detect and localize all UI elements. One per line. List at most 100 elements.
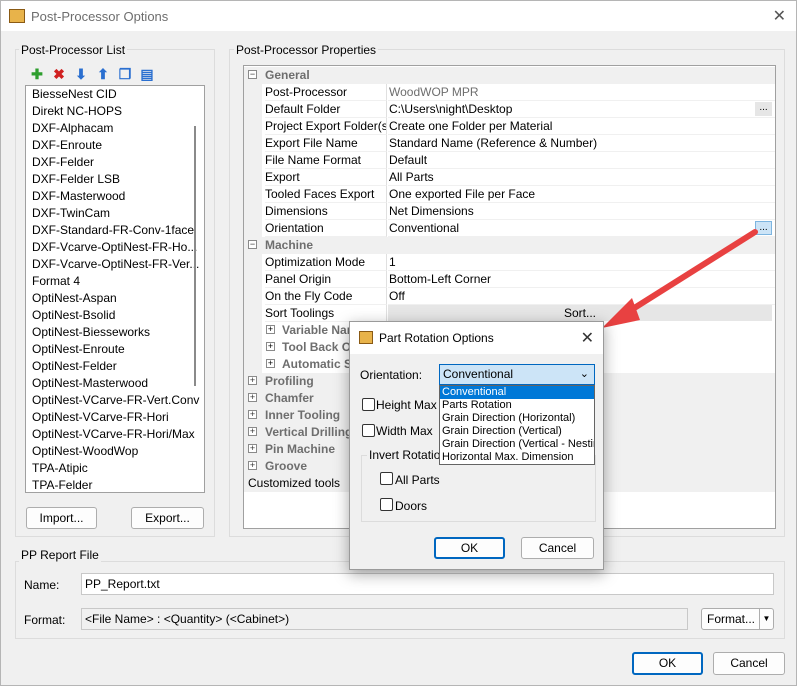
property-row[interactable]: File Name Format Default [244,152,775,169]
dialog-cancel-button[interactable]: Cancel [521,537,594,559]
list-item[interactable]: OptiNest-WoodWop [26,443,204,460]
property-value[interactable]: Standard Name (Reference & Number) [388,135,775,152]
expand-icon[interactable]: + [266,342,275,351]
close-icon[interactable]: ✕ [773,6,786,26]
list-item[interactable]: OptiNest-Enroute [26,341,204,358]
list-item[interactable]: OptiNest-VCarve-FR-Hori/Max [26,426,204,443]
property-row[interactable]: Export All Parts [244,169,775,186]
all-parts-checkbox[interactable] [380,472,393,485]
orientation-dropdown-list[interactable]: Conventional Parts Rotation Grain Directio… [439,385,595,465]
list-item[interactable]: OptiNest-Felder [26,358,204,375]
property-value[interactable]: C:\Users\night\Desktop [388,101,775,118]
property-row[interactable]: Project Export Folder(s) Create one Folde… [244,118,775,135]
category-row[interactable]: − Machine [244,237,775,254]
list-item[interactable]: TPA-Atipic [26,460,204,477]
list-item[interactable]: OptiNest-VCarve-FR-Hori [26,409,204,426]
property-row[interactable]: Optimization Mode 1 [244,254,775,271]
import-button[interactable]: Import... [26,507,97,529]
property-row-sort-toolings[interactable]: Sort Toolings Sort... [244,305,775,322]
expand-icon[interactable]: + [266,325,275,334]
property-row[interactable]: Tooled Faces Export One exported File per… [244,186,775,203]
list-item[interactable]: OptiNest-VCarve-FR-Vert.Conv [26,392,204,409]
property-row[interactable]: Orientation Conventional... [244,220,775,237]
format-button-label[interactable]: Format... [707,609,755,629]
list-item[interactable]: OptiNest-Aspan [26,290,204,307]
property-value[interactable]: Off [388,288,775,305]
list-item[interactable]: DXF-Vcarve-OptiNest-FR-Ver... [26,256,204,273]
chevron-down-icon[interactable]: ⌄ [580,365,589,384]
format-split-button[interactable]: Format... ▼ [701,608,774,630]
dropdown-option[interactable]: Parts Rotation [440,399,594,412]
property-value[interactable]: One exported File per Face [388,186,775,203]
property-value[interactable]: WoodWOP MPR [388,84,775,101]
sort-button[interactable]: Sort... [388,305,772,321]
row-margin [244,152,262,169]
dropdown-option[interactable]: Horizontal Max. Dimension [440,451,594,464]
property-value[interactable]: Create one Folder per Material [388,118,775,135]
property-row[interactable]: Dimensions Net Dimensions [244,203,775,220]
dropdown-option[interactable]: Conventional [440,386,594,399]
property-value[interactable]: Default [388,152,775,169]
add-icon[interactable]: ✚ [29,66,45,82]
expand-icon[interactable]: + [248,376,257,385]
rename-icon[interactable]: ▤ [139,66,155,82]
property-row[interactable]: Panel Origin Bottom-Left Corner [244,271,775,288]
collapse-icon[interactable]: − [248,240,257,249]
list-item[interactable]: TPA-Felder [26,477,204,492]
dropdown-option[interactable]: Grain Direction (Vertical) [440,425,594,438]
property-name: Project Export Folder(s) [265,118,387,135]
move-up-icon[interactable]: ⬆ [95,66,111,82]
doors-checkbox[interactable] [380,498,393,511]
expand-icon[interactable]: + [248,427,257,436]
width-max-checkbox[interactable] [362,424,375,437]
property-value[interactable]: 1 [388,254,775,271]
expand-icon[interactable]: + [248,410,257,419]
property-row[interactable]: Default Folder C:\Users\night\Desktop... [244,101,775,118]
property-row[interactable]: Export File Name Standard Name (Reference… [244,135,775,152]
property-value[interactable]: All Parts [388,169,775,186]
list-item[interactable]: OptiNest-Masterwood [26,375,204,392]
list-item[interactable]: DXF-Vcarve-OptiNest-FR-Ho... [26,239,204,256]
property-value[interactable]: Bottom-Left Corner [388,271,775,288]
expand-icon[interactable]: + [248,393,257,402]
move-down-icon[interactable]: ⬇ [73,66,89,82]
list-item[interactable]: DXF-Felder [26,154,204,171]
list-item[interactable]: Direkt NC-HOPS [26,103,204,120]
property-value[interactable]: Conventional [388,220,775,237]
copy-icon[interactable]: ❐ [117,66,133,82]
expand-icon[interactable]: + [266,359,275,368]
dialog-ok-button[interactable]: OK [434,537,505,559]
category-row[interactable]: − General [244,67,775,84]
expand-icon[interactable]: + [248,444,257,453]
expand-icon[interactable]: + [248,461,257,470]
list-item[interactable]: DXF-Standard-FR-Conv-1face [26,222,204,239]
export-button[interactable]: Export... [131,507,204,529]
list-item[interactable]: DXF-Enroute [26,137,204,154]
orientation-combobox[interactable]: Conventional ⌄ [439,364,595,385]
report-name-input[interactable]: PP_Report.txt [81,573,774,595]
list-item[interactable]: BiesseNest CID [26,86,204,103]
pp-list[interactable]: BiesseNest CID Direkt NC-HOPS DXF-Alphacam… [25,85,205,493]
cancel-button[interactable]: Cancel [713,652,785,675]
ok-button[interactable]: OK [632,652,703,675]
dialog-close-icon[interactable]: ✕ [581,328,594,348]
ellipsis-button[interactable]: ... [755,221,772,235]
ellipsis-button[interactable]: ... [755,102,772,116]
property-row[interactable]: Post-Processor WoodWOP MPR [244,84,775,101]
chevron-down-icon[interactable]: ▼ [759,609,773,629]
property-row[interactable]: On the Fly Code Off [244,288,775,305]
list-item[interactable]: OptiNest-Biesseworks [26,324,204,341]
list-item[interactable]: OptiNest-Bsolid [26,307,204,324]
dropdown-option[interactable]: Grain Direction (Vertical - Nestin [440,438,594,451]
dropdown-option[interactable]: Grain Direction (Horizontal) [440,412,594,425]
list-item[interactable]: DXF-Felder LSB [26,171,204,188]
list-item[interactable]: DXF-TwinCam [26,205,204,222]
height-max-checkbox[interactable] [362,398,375,411]
list-item[interactable]: DXF-Masterwood [26,188,204,205]
list-item[interactable]: Format 4 [26,273,204,290]
list-item[interactable]: DXF-Alphacam [26,120,204,137]
pp-list-scrollbar[interactable] [194,126,196,386]
delete-icon[interactable]: ✖ [51,66,67,82]
collapse-icon[interactable]: − [248,70,257,79]
property-value[interactable]: Net Dimensions [388,203,775,220]
